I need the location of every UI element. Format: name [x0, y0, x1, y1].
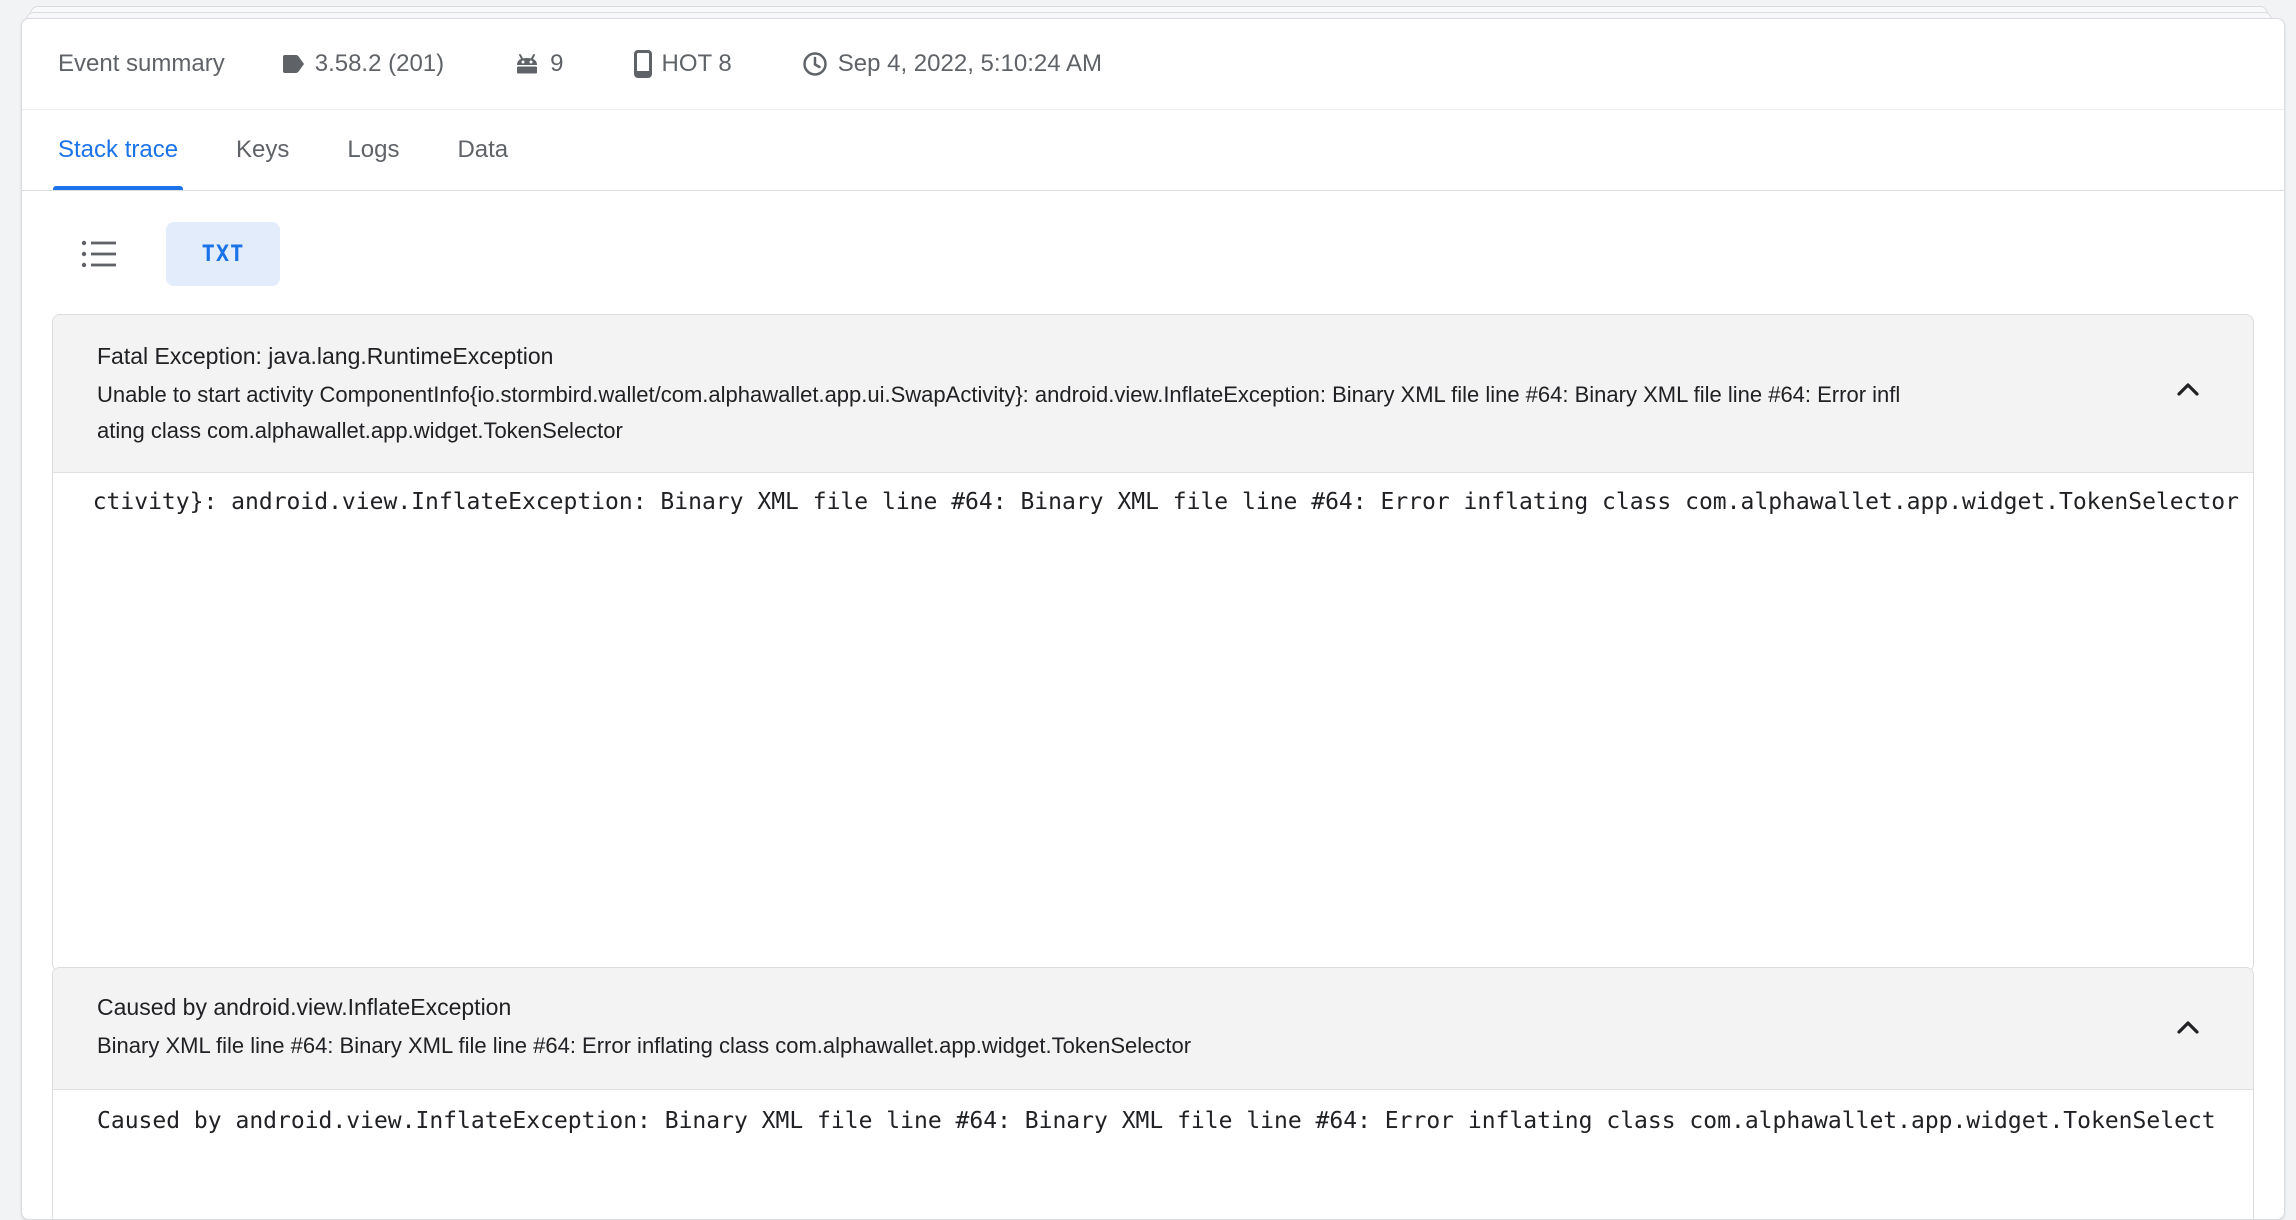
android-icon — [517, 54, 538, 74]
tab-stack-trace[interactable]: Stack trace — [53, 110, 184, 190]
android-version-text: 9 — [550, 50, 564, 77]
stack-trace-text: ctivity}: android.view.InflateException:… — [53, 473, 2253, 970]
android-version: 9 — [514, 50, 564, 78]
list-view-button[interactable] — [43, 222, 155, 286]
tab-keys[interactable]: Keys — [231, 110, 294, 190]
app-version-text: 3.58.2 (201) — [314, 50, 445, 77]
device-model: HOT 8 — [633, 50, 732, 78]
chevron-up-icon[interactable] — [2173, 375, 2203, 405]
tab-logs[interactable]: Logs — [342, 110, 404, 190]
exception-title: Fatal Exception: java.lang.RuntimeExcept… — [97, 343, 554, 369]
exception-message-line: ating class com.alphawallet.app.widget.T… — [97, 418, 623, 443]
exception-panel: Caused by android.view.InflateException … — [52, 967, 2254, 1219]
stack-trace-line: ctivity}: android.view.InflateException:… — [92, 489, 2239, 515]
view-toggle-toolbar: TXT — [22, 191, 2284, 313]
label-tag-icon — [282, 55, 304, 73]
exception-header[interactable]: Caused by android.view.InflateException … — [53, 968, 2253, 1090]
tab-bar: Stack trace Keys Logs Data — [22, 110, 2284, 191]
phone-icon — [633, 50, 652, 78]
event-summary-title: Event summary — [58, 50, 225, 77]
event-summary-bar: Event summary 3.58.2 (201) 9 HOT 8 Sep 4… — [22, 19, 2284, 110]
app-version: 3.58.2 (201) — [281, 50, 444, 78]
exception-message-line: Unable to start activity ComponentInfo{i… — [97, 382, 1901, 407]
list-icon — [81, 240, 116, 268]
stack-trace-line: Caused by android.view.InflateException:… — [97, 1108, 2216, 1134]
txt-view-button[interactable]: TXT — [166, 222, 280, 286]
exception-message-line: Binary XML file line #64: Binary XML fil… — [97, 1033, 1192, 1058]
chevron-up-icon[interactable] — [2173, 1013, 2203, 1043]
device-model-text: HOT 8 — [661, 50, 732, 77]
exception-panel: Fatal Exception: java.lang.RuntimeExcept… — [52, 314, 2254, 972]
stack-trace-text: Caused by android.view.InflateException:… — [53, 1090, 2253, 1219]
event-timestamp: Sep 4, 2022, 5:10:24 AM — [802, 50, 1102, 78]
txt-view-label: TXT — [201, 241, 245, 267]
tab-data[interactable]: Data — [452, 110, 513, 190]
exception-message: Binary XML file line #64: Binary XML fil… — [97, 1028, 2077, 1064]
exception-title: Caused by android.view.InflateException — [97, 994, 512, 1020]
exception-header[interactable]: Fatal Exception: java.lang.RuntimeExcept… — [53, 315, 2253, 473]
event-card: Event summary 3.58.2 (201) 9 HOT 8 Sep 4… — [21, 18, 2285, 1220]
clock-icon — [803, 52, 827, 76]
event-timestamp-text: Sep 4, 2022, 5:10:24 AM — [837, 50, 1102, 77]
exception-message: Unable to start activity ComponentInfo{i… — [97, 377, 2077, 449]
